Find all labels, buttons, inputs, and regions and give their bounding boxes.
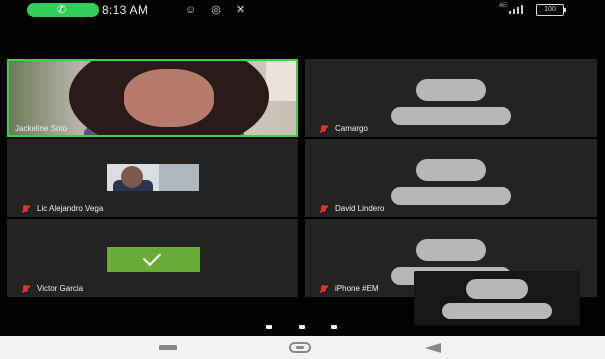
participant-name-row: Lic Alejandro Vega bbox=[21, 204, 103, 213]
participant-name-row: Victor Garcia bbox=[21, 284, 83, 293]
page-dot[interactable] bbox=[299, 325, 305, 329]
checkmark-icon bbox=[142, 247, 162, 267]
profile-photo bbox=[107, 164, 199, 191]
avatar-icon bbox=[391, 159, 511, 209]
participant-name: Victor Garcia bbox=[37, 284, 84, 293]
participant-tile-victor-garcia[interactable]: Victor Garcia bbox=[7, 219, 298, 297]
mic-muted-icon bbox=[319, 124, 329, 133]
participant-name: Jackeline Soto bbox=[15, 124, 68, 133]
mic-muted-icon bbox=[21, 284, 31, 293]
mic-muted-icon bbox=[21, 204, 31, 213]
participant-name-row: iPhone #EM bbox=[319, 284, 379, 293]
participant-name-row: Jackeline Soto bbox=[15, 124, 67, 133]
ongoing-call-pill[interactable]: ✆ bbox=[27, 3, 99, 17]
page-dot-current[interactable] bbox=[331, 325, 337, 329]
status-bar: ✆ 8:13 AM ☺ ◎ ✕ 4G 100 bbox=[0, 0, 605, 20]
page-dot[interactable] bbox=[266, 325, 272, 329]
participant-name-row: David Lindero bbox=[319, 204, 384, 213]
avatar-icon bbox=[442, 279, 552, 329]
participant-tile-lic-alejandro-vega[interactable]: Lic Alejandro Vega bbox=[7, 139, 298, 217]
notification-icons: ☺ ◎ ✕ bbox=[185, 4, 252, 16]
self-view-tile[interactable] bbox=[414, 271, 580, 326]
mic-muted-icon bbox=[319, 284, 329, 293]
signal-icon: 4G bbox=[499, 3, 525, 15]
participant-name: iPhone #EM bbox=[335, 284, 379, 293]
participant-name: David Lindero bbox=[335, 204, 385, 213]
participant-name-row: Camargo bbox=[319, 124, 368, 133]
mic-muted-icon bbox=[319, 204, 329, 213]
navigation-bar bbox=[0, 336, 605, 359]
participant-tile-jackeline-soto[interactable]: Jackeline Soto bbox=[7, 59, 298, 137]
participant-tile-camargo[interactable]: Camargo bbox=[305, 59, 597, 137]
participant-name: Lic Alejandro Vega bbox=[37, 204, 104, 213]
battery-icon: 100 bbox=[536, 4, 566, 16]
avatar-icon bbox=[391, 79, 511, 129]
recents-icon[interactable] bbox=[425, 343, 441, 353]
home-icon[interactable] bbox=[289, 342, 311, 353]
back-icon[interactable] bbox=[159, 345, 177, 350]
checkmark-image bbox=[107, 247, 200, 272]
clock: 8:13 AM bbox=[102, 3, 149, 17]
participant-tile-david-lindero[interactable]: David Lindero bbox=[305, 139, 597, 217]
participant-name: Camargo bbox=[335, 124, 368, 133]
phone-icon: ✆ bbox=[57, 4, 67, 16]
